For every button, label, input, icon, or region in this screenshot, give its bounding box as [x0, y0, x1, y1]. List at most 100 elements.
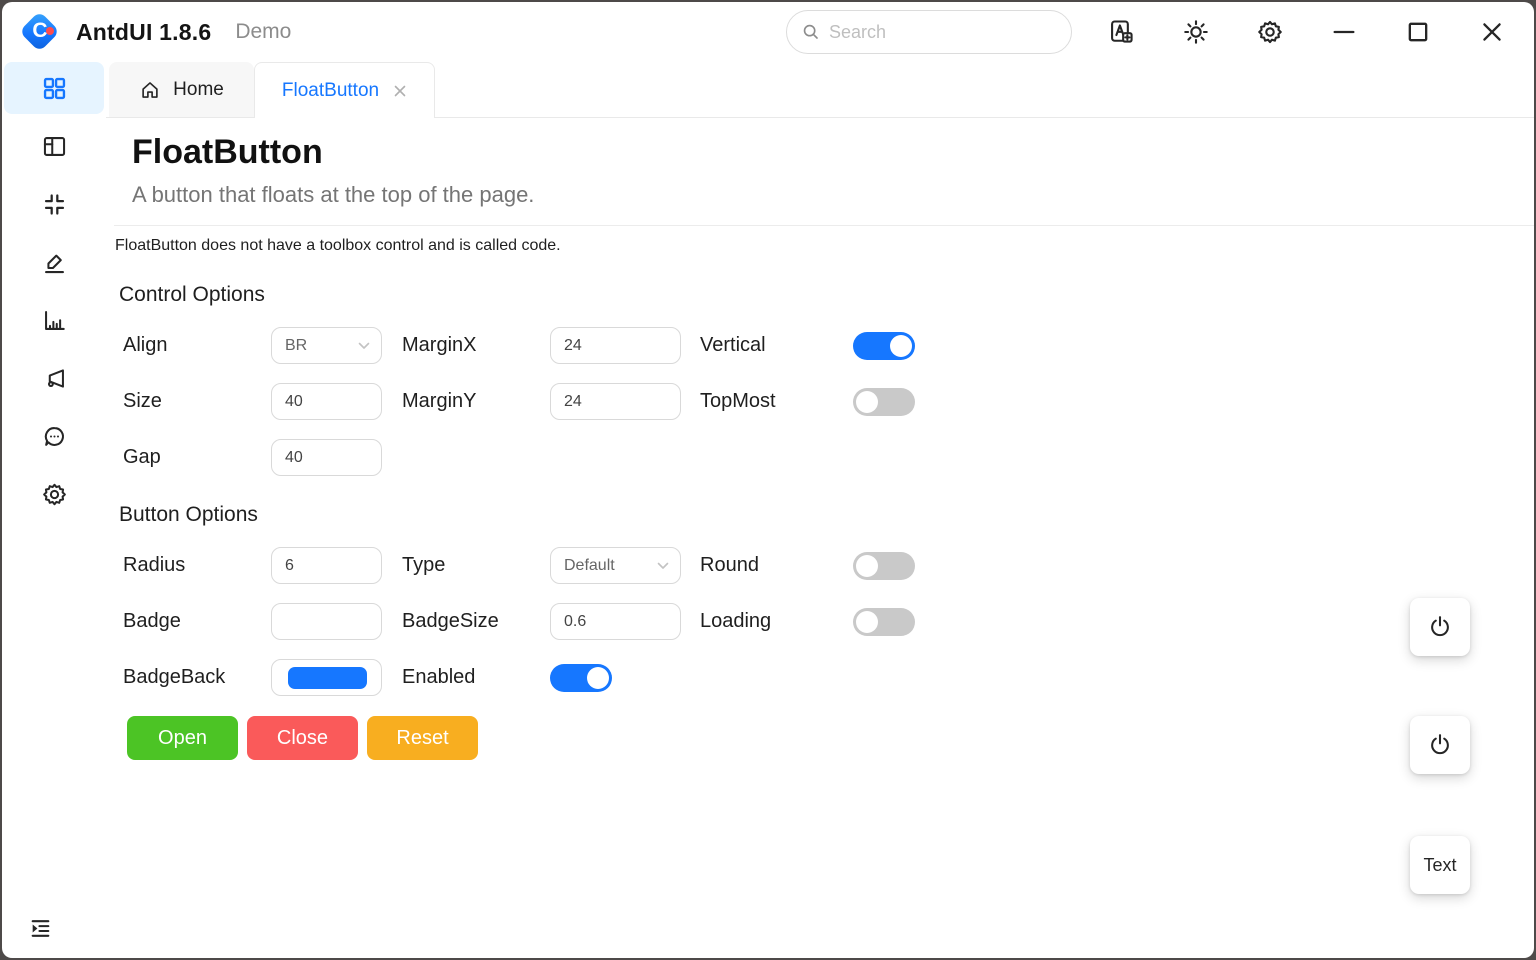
page-subtitle: A button that floats at the top of the p…: [132, 182, 1534, 208]
tab-bar: Home FloatButton: [106, 62, 1534, 118]
search-icon: [801, 22, 821, 42]
tab-home[interactable]: Home: [109, 62, 254, 117]
align-select[interactable]: BR: [271, 327, 382, 364]
titlebar: C AntdUI 1.8.6 Demo: [2, 2, 1534, 62]
badgeback-label: BadgeBack: [123, 666, 271, 689]
edit-icon: [41, 249, 68, 276]
minimize-icon[interactable]: [1322, 10, 1366, 54]
sidebar-collapse-button[interactable]: [28, 916, 53, 946]
marginy-label: MarginY: [402, 390, 550, 413]
size-label: Size: [123, 390, 271, 413]
radius-input[interactable]: [271, 547, 382, 584]
badgeback-color-picker[interactable]: [271, 659, 382, 696]
form-row: BadgeBack Enabled: [123, 659, 1534, 696]
chart-icon: [41, 307, 68, 334]
app-mode-label: Demo: [235, 20, 291, 44]
marginx-label: MarginX: [402, 334, 550, 357]
search-box[interactable]: [786, 10, 1072, 54]
gap-label: Gap: [123, 446, 271, 469]
float-button-power-1[interactable]: [1410, 598, 1470, 656]
dashboard-grid-icon: [41, 75, 68, 102]
settings-gear-icon[interactable]: [1248, 10, 1292, 54]
gap-input[interactable]: [271, 439, 382, 476]
sidebar-item-dashboard[interactable]: [4, 62, 104, 114]
sidebar-item-announcement[interactable]: [4, 352, 104, 404]
switch-knob: [856, 611, 878, 633]
type-select[interactable]: Default: [550, 547, 681, 584]
open-button[interactable]: Open: [127, 716, 238, 760]
power-icon: [1426, 613, 1454, 641]
sidebar-item-layout[interactable]: [4, 120, 104, 172]
tab-close-icon[interactable]: [393, 84, 407, 98]
switch-knob: [856, 391, 878, 413]
page-header: FloatButton A button that floats at the …: [106, 118, 1534, 208]
section-title-button-options: Button Options: [119, 503, 1534, 527]
maximize-icon[interactable]: [1396, 10, 1440, 54]
home-icon: [139, 79, 161, 101]
vertical-switch[interactable]: [853, 332, 915, 360]
enabled-label: Enabled: [402, 666, 550, 689]
topmost-label: TopMost: [700, 390, 853, 413]
logo-letter: C: [20, 11, 60, 51]
close-button[interactable]: Close: [247, 716, 358, 760]
badgeback-color-swatch: [288, 667, 367, 689]
close-icon[interactable]: [1470, 10, 1514, 54]
sidebar-item-settings[interactable]: [4, 468, 104, 520]
sidebar-item-edit[interactable]: [4, 236, 104, 288]
chevron-down-icon: [358, 342, 370, 350]
page-title: FloatButton: [132, 133, 1534, 172]
reset-button[interactable]: Reset: [367, 716, 478, 760]
float-button-text[interactable]: Text: [1410, 836, 1470, 894]
form-row: Badge BadgeSize Loading: [123, 603, 1534, 640]
message-icon: [41, 423, 68, 450]
round-label: Round: [700, 554, 853, 577]
marginx-input[interactable]: [550, 327, 681, 364]
enabled-switch[interactable]: [550, 664, 612, 692]
loading-switch[interactable]: [853, 608, 915, 636]
tab-home-label: Home: [173, 79, 224, 101]
page-note: FloatButton does not have a toolbox cont…: [115, 237, 1534, 255]
switch-knob: [890, 335, 912, 357]
float-button-text-label: Text: [1423, 855, 1456, 876]
radius-label: Radius: [123, 554, 271, 577]
round-switch[interactable]: [853, 552, 915, 580]
megaphone-icon: [41, 365, 68, 392]
translate-icon[interactable]: [1100, 10, 1144, 54]
badgesize-input[interactable]: [550, 603, 681, 640]
menu-unfold-icon: [28, 916, 53, 941]
sidebar-item-chart[interactable]: [4, 294, 104, 346]
tab-floatbutton-label: FloatButton: [282, 80, 379, 102]
badge-input[interactable]: [271, 603, 382, 640]
shrink-icon: [41, 191, 68, 218]
sidebar-item-message[interactable]: [4, 410, 104, 462]
align-select-value: BR: [285, 337, 307, 355]
logo-dot: [46, 27, 54, 35]
vertical-label: Vertical: [700, 334, 853, 357]
size-input[interactable]: [271, 383, 382, 420]
loading-label: Loading: [700, 610, 853, 633]
action-buttons: Open Close Reset: [127, 716, 1534, 760]
section-title-control-options: Control Options: [119, 283, 1534, 307]
marginy-input[interactable]: [550, 383, 681, 420]
topmost-switch[interactable]: [853, 388, 915, 416]
app-window: C AntdUI 1.8.6 Demo: [2, 2, 1534, 958]
sidebar-item-shrink[interactable]: [4, 178, 104, 230]
sidebar: [2, 62, 106, 958]
form-row: Gap: [123, 439, 1534, 476]
form-row: Align BR MarginX Vertical: [123, 327, 1534, 364]
form-row: Size MarginY TopMost: [123, 383, 1534, 420]
layout-icon: [41, 133, 68, 160]
theme-sun-icon[interactable]: [1174, 10, 1218, 54]
type-select-value: Default: [564, 557, 615, 575]
tab-floatbutton[interactable]: FloatButton: [254, 62, 435, 118]
titlebar-actions: [1100, 10, 1514, 54]
chevron-down-icon: [657, 562, 669, 570]
badgesize-label: BadgeSize: [402, 610, 550, 633]
float-button-power-2[interactable]: [1410, 716, 1470, 774]
app-logo-icon: C: [20, 12, 60, 52]
switch-knob: [587, 667, 609, 689]
power-icon: [1426, 731, 1454, 759]
type-label: Type: [402, 554, 550, 577]
search-input[interactable]: [829, 22, 1057, 43]
app-title: AntdUI 1.8.6: [76, 19, 211, 46]
